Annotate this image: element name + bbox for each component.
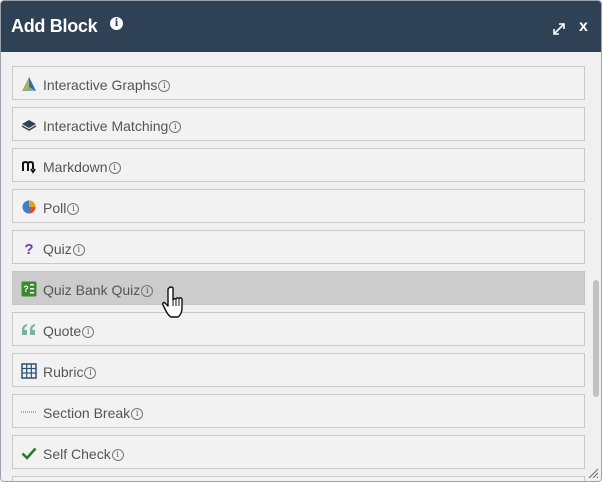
info-icon[interactable]: i [84,367,97,379]
item-label: Interactive Matching [43,118,169,134]
item-label: Interactive Graphs [43,77,158,93]
list-item-markdown[interactable]: Markdown i [12,148,585,182]
dotted-line-icon [21,411,37,413]
item-label: Section Break [43,405,131,421]
dialog-titlebar: Add Block i x [1,1,601,52]
info-icon[interactable]: i [131,408,144,420]
list-item-self-check[interactable]: Self Check i [12,435,585,469]
quiz-bank-icon: ? [21,281,37,297]
info-icon[interactable]: i [67,203,80,215]
list-item-quiz-bank-quiz[interactable]: ? Quiz Bank Quiz i [12,271,585,305]
info-icon[interactable]: i [158,80,171,92]
list-item-rubric[interactable]: Rubric i [12,353,585,387]
question-icon: ? [24,241,33,256]
svg-text:?: ? [24,241,33,256]
scrollbar-thumb[interactable] [593,280,599,397]
pie-icon [22,200,36,214]
list-item-quote[interactable]: Quote i [12,312,585,346]
info-icon[interactable]: i [110,17,123,30]
checkmark-icon [21,447,37,460]
item-label: Rubric [43,364,84,380]
hand-pointer-icon [162,286,183,318]
dialog-title: Add Block [11,16,98,36]
svg-text:?: ? [23,284,29,294]
list-item-quiz[interactable]: ? Quiz i [12,230,585,264]
item-label: Quiz Bank Quiz [43,282,141,298]
info-icon[interactable]: i [169,121,182,133]
add-block-dialog: Add Block i x Interactive Graphs i Inter… [0,0,602,482]
list-item-partial[interactable] [12,476,585,481]
list-item-interactive-matching[interactable]: Interactive Matching i [12,107,585,141]
info-icon[interactable]: i [141,285,154,297]
graph-icon [22,77,36,91]
item-label: Quiz [43,241,72,257]
table-icon [21,363,37,379]
item-label: Self Check [43,446,111,462]
quote-icon [22,324,35,335]
close-button[interactable]: x [579,18,588,36]
markdown-icon [22,160,36,174]
info-icon[interactable]: i [82,326,95,338]
info-icon[interactable]: i [108,162,121,174]
block-list-area: Interactive Graphs i Interactive Matching… [1,52,601,481]
info-icon[interactable]: i [111,449,124,461]
scrollbar[interactable] [591,52,601,481]
expand-icon[interactable] [551,21,567,37]
resize-handle-icon[interactable] [587,467,599,479]
matching-icon [21,120,37,131]
item-label: Poll [43,200,67,216]
list-item-poll[interactable]: Poll i [12,189,585,223]
item-label: Markdown [43,159,108,175]
info-icon[interactable]: i [72,244,85,256]
item-label: Quote [43,323,82,339]
list-item-interactive-graphs[interactable]: Interactive Graphs i [12,66,585,100]
list-item-section-break[interactable]: Section Break i [12,394,585,428]
